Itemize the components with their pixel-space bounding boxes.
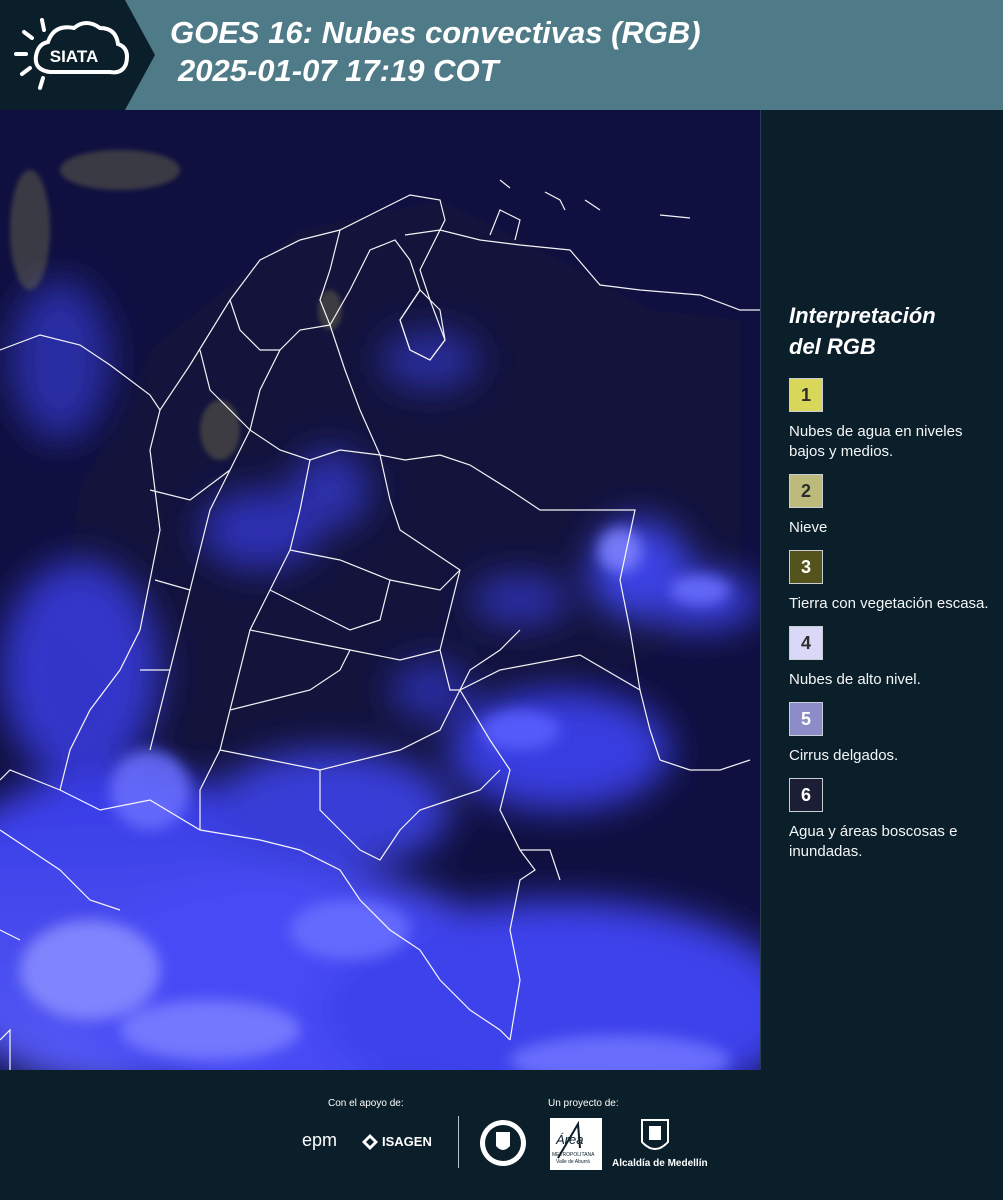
legend-label: Nubes de agua en niveles bajos y medios. bbox=[789, 423, 963, 460]
siata-logo: SIATA bbox=[14, 18, 129, 90]
footer: Con el apoyo de: Un proyecto de: epm ISA… bbox=[0, 1070, 1003, 1200]
alcaldia-shield-icon bbox=[641, 1119, 669, 1150]
footer-divider bbox=[458, 1116, 459, 1168]
legend-item: 3 Tierra con vegetación escasa. bbox=[789, 550, 994, 614]
logo-band: SIATA bbox=[0, 0, 155, 110]
support-label: Con el apoyo de: bbox=[328, 1098, 404, 1109]
legend-item: 1 Nubes de agua en niveles bajos y medio… bbox=[789, 378, 994, 462]
legend-title: Interpretación del RGB bbox=[789, 300, 994, 362]
legend-swatch: 6 bbox=[789, 778, 823, 812]
legend-item: 5 Cirrus delgados. bbox=[789, 702, 994, 766]
legend-swatch: 4 bbox=[789, 626, 823, 660]
header: SIATA GOES 16: Nubes convectivas (RGB) 2… bbox=[0, 0, 1003, 110]
isagen-logo-icon bbox=[362, 1134, 378, 1150]
legend-label: Nubes de alto nivel. bbox=[789, 671, 921, 688]
page-title: GOES 16: Nubes convectivas (RGB) 2025-01… bbox=[170, 14, 701, 90]
area-logo-text: Área bbox=[556, 1132, 584, 1147]
legend-label: Agua y áreas boscosas e inundadas. bbox=[789, 823, 958, 860]
legend-label: Cirrus delgados. bbox=[789, 747, 899, 764]
legend-swatch: 1 bbox=[789, 378, 823, 412]
area-logo-sub: METROPOLITANA bbox=[552, 1152, 595, 1158]
legend: Interpretación del RGB 1 Nubes de agua e… bbox=[789, 300, 994, 874]
legend-item: 6 Agua y áreas boscosas e inundadas. bbox=[789, 778, 994, 862]
legend-item: 2 Nieve bbox=[789, 474, 994, 538]
medellin-seal-icon bbox=[480, 1120, 526, 1166]
legend-title-line-1: Interpretación bbox=[789, 303, 936, 328]
legend-swatch: 5 bbox=[789, 702, 823, 736]
legend-label: Tierra con vegetación escasa. bbox=[789, 595, 989, 612]
area-logo-sub2: Valle de Aburrá bbox=[556, 1159, 590, 1165]
legend-swatch: 3 bbox=[789, 550, 823, 584]
alcaldia-label: Alcaldía de Medellín bbox=[612, 1158, 708, 1169]
legend-title-line-2: del RGB bbox=[789, 334, 876, 359]
map-canvas bbox=[0, 110, 760, 1070]
title-line-2: 2025-01-07 17:19 COT bbox=[178, 53, 499, 88]
satellite-map bbox=[0, 110, 761, 1070]
logo-text: SIATA bbox=[50, 47, 98, 66]
isagen-logo: ISAGEN bbox=[382, 1134, 432, 1149]
legend-item: 4 Nubes de alto nivel. bbox=[789, 626, 994, 690]
project-label: Un proyecto de: bbox=[548, 1098, 619, 1109]
epm-logo: epm bbox=[302, 1130, 338, 1150]
legend-swatch: 2 bbox=[789, 474, 823, 508]
legend-label: Nieve bbox=[789, 519, 828, 536]
title-line-1: GOES 16: Nubes convectivas (RGB) bbox=[170, 15, 701, 50]
